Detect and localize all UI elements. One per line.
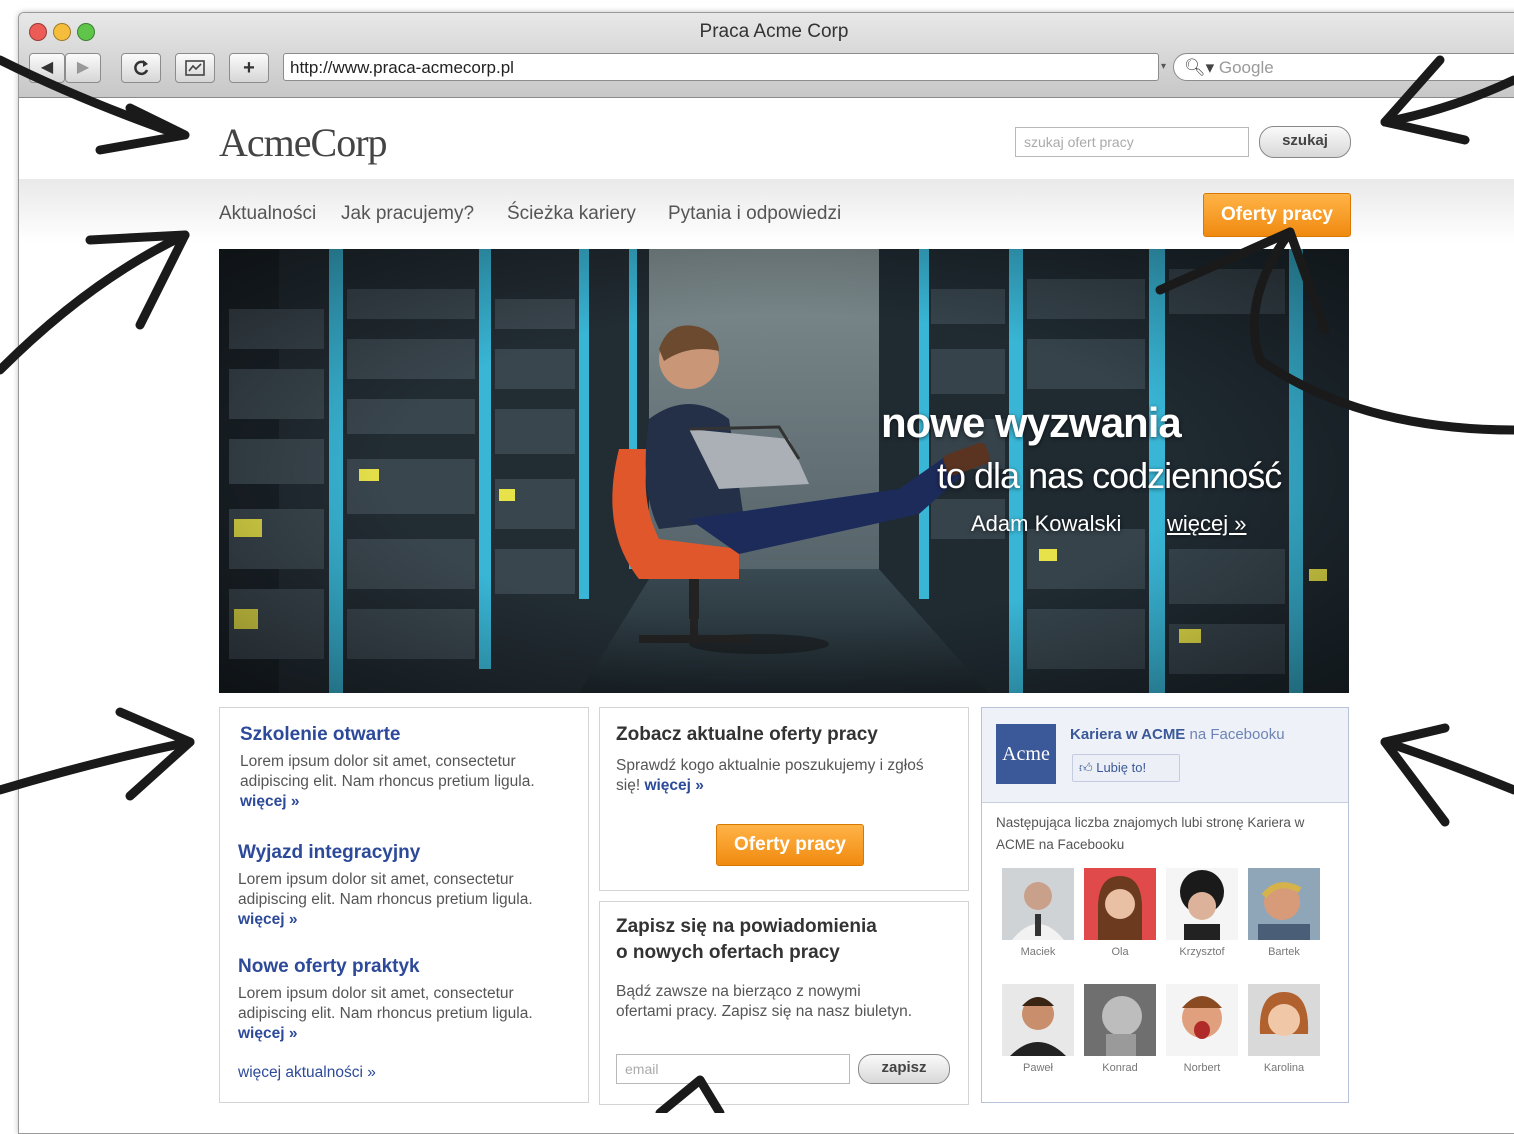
newsletter-email-input[interactable]: email <box>616 1054 850 1084</box>
friend-name-krzysztof[interactable]: Krzysztof <box>1166 946 1238 958</box>
facebook-widget: Acme Kariera w ACME na Facebooku 👍︎ Lubi… <box>981 707 1349 1103</box>
news-box: Szkolenie otwarte Lorem ipsum dolor sit … <box>219 707 589 1103</box>
newsletter-subscribe-button[interactable]: zapisz <box>858 1054 950 1084</box>
newsletter-box: Zapisz się na powiadomienia o nowych ofe… <box>599 901 969 1105</box>
hero-more-link[interactable]: więcej » <box>1167 511 1246 537</box>
newsletter-text: Bądź zawsze na bierząco z nowymi ofertam… <box>616 983 913 1020</box>
facebook-on-label: na Facebooku <box>1189 726 1285 743</box>
add-bookmark-button[interactable]: + <box>229 53 269 83</box>
search-icon: 🔍︎▾ <box>1184 58 1215 77</box>
bookmark-icon <box>185 60 205 76</box>
friend-name-ola[interactable]: Ola <box>1084 946 1156 958</box>
forward-button[interactable]: ▶ <box>65 53 101 83</box>
facebook-like-label: Lubię to! <box>1096 760 1147 775</box>
hero-person-name: Adam Kowalski <box>971 511 1122 536</box>
friend-photo-bartek[interactable] <box>1248 868 1320 940</box>
job-search-input[interactable]: szukaj ofert pracy <box>1015 127 1249 157</box>
friend-name-maciek[interactable]: Maciek <box>1002 946 1074 958</box>
facebook-page-title: Kariera w ACME na Facebooku <box>1070 726 1285 743</box>
friend-name-konrad[interactable]: Konrad <box>1084 1062 1156 1074</box>
acme-fb-logo[interactable]: Acme <box>996 724 1056 784</box>
nav-item-news[interactable]: Aktualności <box>219 203 316 225</box>
news-more-link-3[interactable]: więcej » <box>238 1025 297 1042</box>
reload-icon <box>134 60 149 76</box>
browser-toolbar: Praca Acme Corp ◀ ▶ + http://www.praca-a… <box>19 13 1514 98</box>
news-body-3: Lorem ipsum dolor sit amet, consectetur … <box>238 985 533 1022</box>
back-button[interactable]: ◀ <box>29 53 65 83</box>
browser-search-field[interactable]: 🔍︎▾ Google <box>1173 53 1514 81</box>
facebook-friends-text: Następująca liczba znajomych lubi stronę… <box>996 815 1305 852</box>
friend-photo-karolina[interactable] <box>1248 984 1320 1056</box>
hero-subline: to dla nas codzienność <box>937 455 1282 496</box>
job-offers-box: Zobacz aktualne oferty pracy Sprawdź kog… <box>599 707 969 891</box>
friend-photo-krzysztof[interactable] <box>1166 868 1238 940</box>
job-offers-button[interactable]: Oferty pracy <box>716 824 864 866</box>
friend-photo-norbert[interactable] <box>1166 984 1238 1056</box>
facebook-page-link[interactable]: Kariera w ACME <box>1070 726 1185 743</box>
reload-button[interactable] <box>121 53 161 83</box>
friend-photo-ola[interactable] <box>1084 868 1156 940</box>
hero-banner: nowe wyzwania to dla nas codzienność Ada… <box>219 249 1349 693</box>
friend-name-bartek[interactable]: Bartek <box>1248 946 1320 958</box>
friend-name-karolina[interactable]: Karolina <box>1248 1062 1320 1074</box>
news-more-link-2[interactable]: więcej » <box>238 911 297 928</box>
url-bar[interactable]: http://www.praca-acmecorp.pl <box>283 53 1159 81</box>
news-more-link-1[interactable]: więcej » <box>240 793 299 810</box>
job-offers-title: Zobacz aktualne oferty pracy <box>616 724 878 745</box>
news-title-1[interactable]: Szkolenie otwarte <box>240 724 401 746</box>
friend-photo-konrad[interactable] <box>1084 984 1156 1056</box>
newsletter-title-line2: o nowych ofertach pracy <box>616 942 840 963</box>
friend-photo-maciek[interactable] <box>1002 868 1074 940</box>
browser-search-placeholder: Google <box>1218 58 1274 77</box>
facebook-friends-grid: Maciek Ola Krzysztof Bartek Paweł Konrad… <box>1002 868 1332 1088</box>
nav-item-career-path[interactable]: Ścieżka kariery <box>507 203 636 225</box>
thumbs-up-icon: 👍︎ <box>1079 760 1093 775</box>
news-title-3[interactable]: Nowe oferty praktyk <box>238 956 420 978</box>
window-title: Praca Acme Corp <box>699 21 849 42</box>
news-text-2: Lorem ipsum dolor sit amet, consectetur … <box>238 870 578 930</box>
nav-item-faq[interactable]: Pytania i odpowiedzi <box>668 203 841 225</box>
news-text-1: Lorem ipsum dolor sit amet, consectetur … <box>240 752 580 812</box>
url-dropdown-icon[interactable]: ▾ <box>1161 61 1166 72</box>
job-offers-text: Sprawdź kogo aktualnie poszukujemy i zgł… <box>616 756 946 796</box>
browser-window: Praca Acme Corp ◀ ▶ + http://www.praca-a… <box>18 12 1514 1134</box>
all-news-link[interactable]: więcej aktualności » <box>238 1064 376 1082</box>
nav-item-how-we-work[interactable]: Jak pracujemy? <box>341 203 474 225</box>
job-offers-more-link[interactable]: więcej » <box>644 777 703 794</box>
news-text-3: Lorem ipsum dolor sit amet, consectetur … <box>238 984 578 1044</box>
hero-headline: nowe wyzwania <box>881 399 1182 446</box>
friend-name-pawel[interactable]: Paweł <box>1002 1062 1074 1074</box>
news-body-2: Lorem ipsum dolor sit amet, consectetur … <box>238 871 533 908</box>
newsletter-title-line1: Zapisz się na powiadomienia <box>616 916 877 937</box>
friend-name-norbert[interactable]: Norbert <box>1166 1062 1238 1074</box>
facebook-like-button[interactable]: 👍︎ Lubię to! <box>1072 754 1180 782</box>
bookmarks-button[interactable] <box>175 53 215 83</box>
friend-photo-pawel[interactable] <box>1002 984 1074 1056</box>
job-offers-nav-button[interactable]: Oferty pracy <box>1203 193 1351 237</box>
job-search-button[interactable]: szukaj <box>1259 126 1351 158</box>
site-logo[interactable]: AcmeCorp <box>219 119 388 166</box>
news-title-2[interactable]: Wyjazd integracyjny <box>238 842 420 864</box>
news-body-1: Lorem ipsum dolor sit amet, consectetur … <box>240 753 535 790</box>
